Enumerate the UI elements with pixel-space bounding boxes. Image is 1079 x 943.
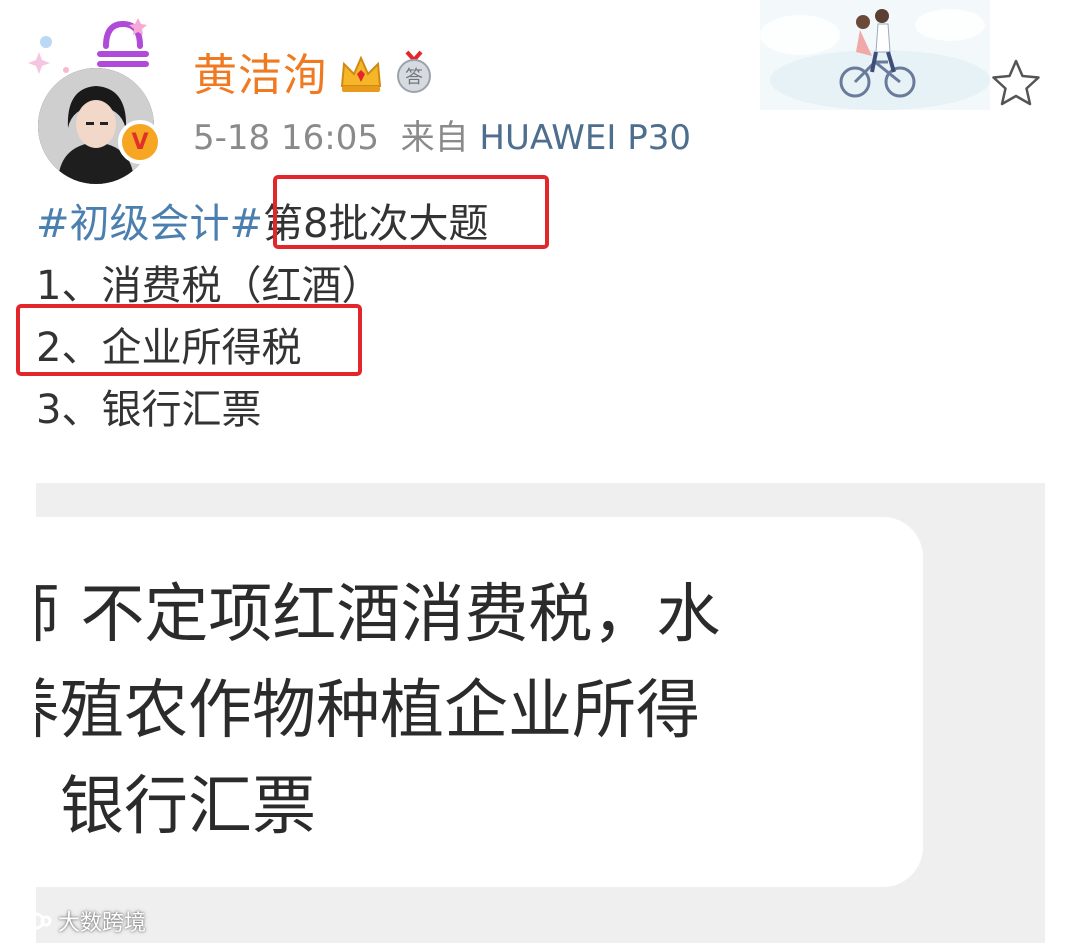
hashtag-link[interactable]: #初级会计#	[36, 201, 263, 247]
verified-v-icon: V	[118, 120, 162, 164]
post-source-prefix: 来自	[400, 118, 469, 158]
highlight-box-item-2	[16, 304, 362, 376]
highlight-box-title	[273, 175, 549, 249]
chat-bubble-line: 养殖农作物种植企业所得	[36, 674, 700, 748]
embedded-image[interactable]: 师 不定项红酒消费税，水 养殖农作物种植企业所得 、银行汇票	[36, 483, 1045, 943]
header-decoration-illustration	[760, 0, 990, 110]
answer-badge-icon[interactable]: 答	[395, 50, 433, 94]
post-meta: 5-18 16:05 来自 HUAWEI P30	[193, 117, 691, 159]
favorite-star-icon[interactable]	[990, 58, 1042, 108]
chat-bubble-line: 、银行汇票	[36, 770, 316, 844]
chat-bubble-line: 师 不定项红酒消费税，水	[36, 578, 721, 652]
watermark: 大数跨境	[8, 905, 146, 937]
chat-bubble-text: 师 不定项红酒消费税，水 养殖农作物种植企业所得 、银行汇票	[36, 567, 720, 855]
vip-crown-icon[interactable]	[338, 52, 384, 96]
post-timestamp: 5-18 16:05	[193, 118, 379, 158]
username[interactable]: 黄洁洵	[193, 50, 328, 102]
watermark-text: 大数跨境	[58, 911, 147, 936]
svg-text:答: 答	[405, 67, 423, 88]
list-item: 3、银行汇票	[36, 387, 262, 433]
watermark-logo-icon	[9, 910, 52, 932]
chat-bubble: 师 不定项红酒消费税，水 养殖农作物种植企业所得 、银行汇票	[36, 517, 923, 887]
zodiac-libra-icon	[92, 14, 154, 70]
post-source-device[interactable]: HUAWEI P30	[479, 118, 691, 158]
